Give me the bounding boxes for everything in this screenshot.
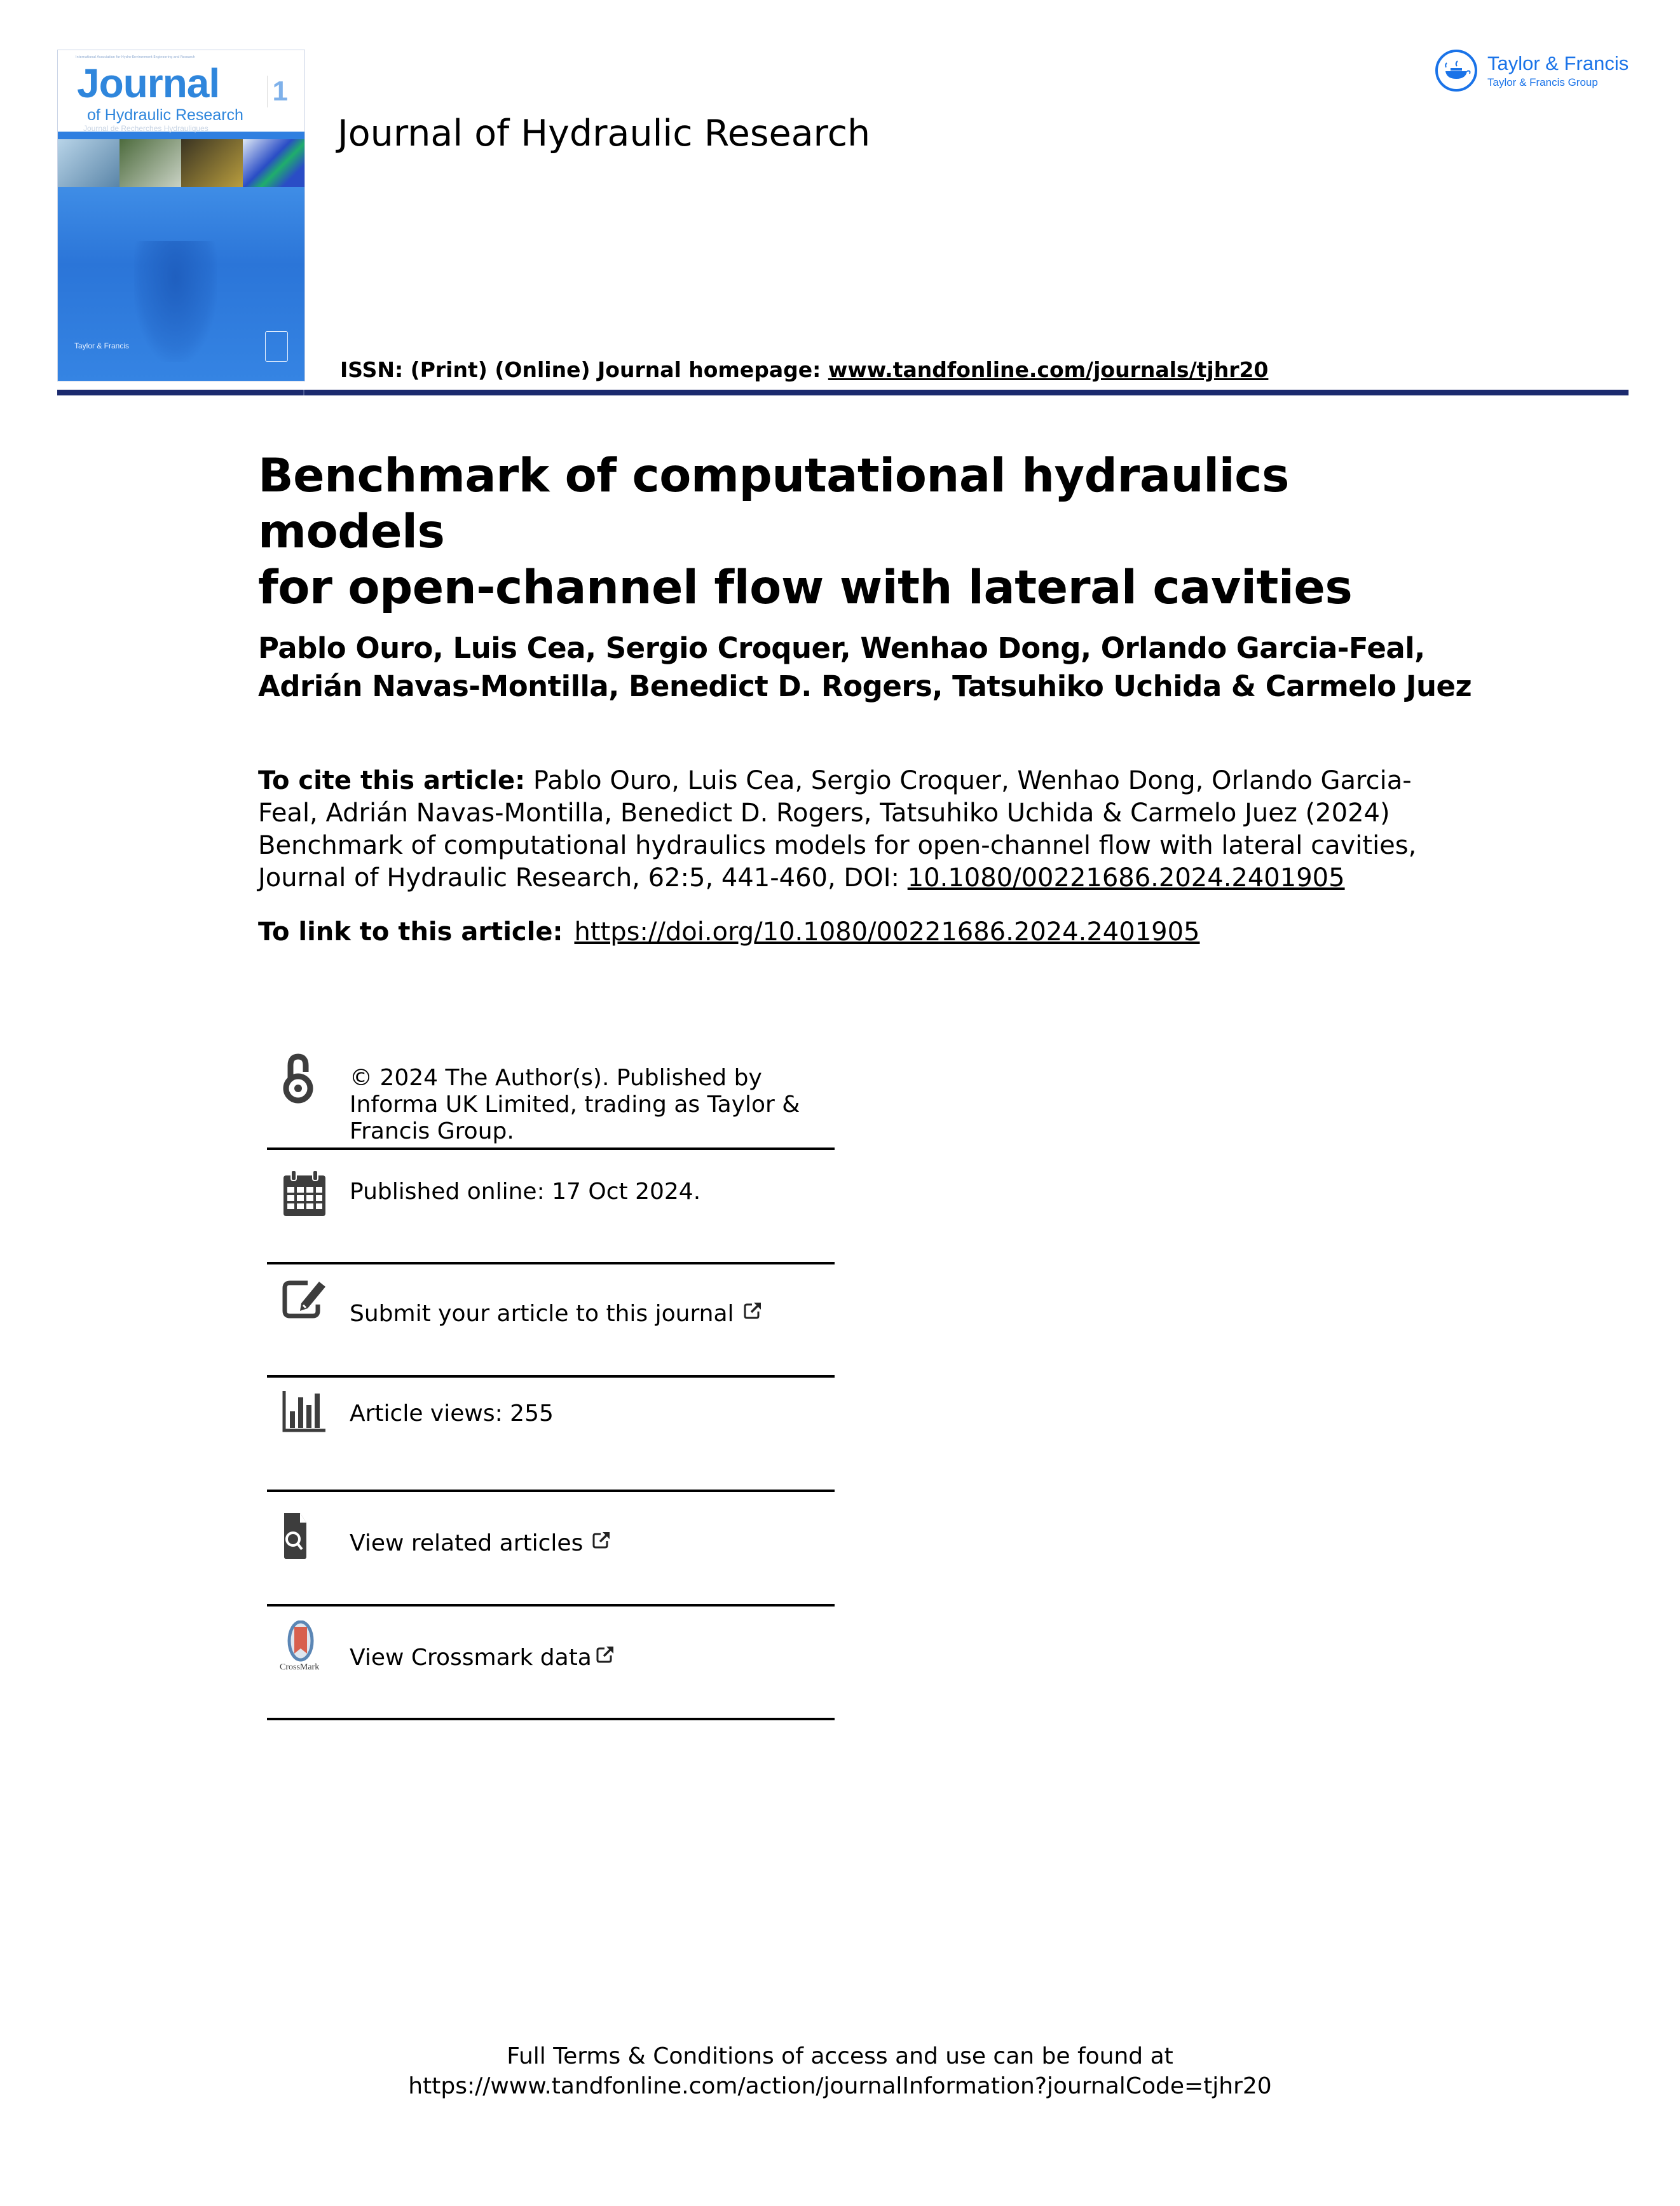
- related-articles-label: View related articles: [350, 1530, 584, 1556]
- authors-line: Pablo Ouro, Luis Cea, Sergio Croquer, We…: [258, 631, 1425, 665]
- cover-water-plume: [134, 241, 217, 362]
- related-articles-link[interactable]: View related articles: [267, 1492, 835, 1607]
- article-doi-url[interactable]: https://doi.org/10.1080/00221686.2024.24…: [574, 917, 1199, 947]
- calendar-icon: [282, 1169, 325, 1220]
- crossmark-label: View Crossmark data: [350, 1645, 592, 1671]
- authors-line: Adrián Navas-Montilla, Benedict D. Roger…: [258, 669, 1472, 703]
- external-link-icon: [592, 1532, 610, 1549]
- cover-title-sub: of Hydraulic Research: [87, 106, 243, 124]
- crossmark-text: View Crossmark data: [350, 1645, 615, 1671]
- cover-photo-strip: [58, 139, 304, 187]
- external-link-icon: [596, 1647, 613, 1663]
- lamp-icon: [1435, 50, 1477, 92]
- terms-notice: Full Terms & Conditions of access and us…: [507, 2043, 1173, 2069]
- publisher-name: Taylor & Francis: [1487, 52, 1629, 74]
- article-link-line: To link to this article: https://doi.org/…: [258, 916, 1200, 949]
- info-row-published: Published online: 17 Oct 2024.: [267, 1150, 835, 1264]
- header-divider-notch: [303, 390, 304, 395]
- info-row-license: © 2024 The Author(s). Published by Infor…: [267, 1043, 835, 1150]
- article-title: Benchmark of computational hydraulics mo…: [258, 448, 1466, 616]
- cover-publisher-mark: Taylor & Francis: [74, 341, 130, 350]
- article-views: Article views: 255: [350, 1401, 554, 1427]
- cover-photo: [120, 139, 181, 187]
- crossmark-link[interactable]: CrossMark View Crossmark data: [267, 1607, 835, 1720]
- issn-line: ISSN: (Print) (Online) Journal homepage:…: [340, 357, 1268, 382]
- bar-chart-icon: [282, 1391, 325, 1442]
- related-articles-text: View related articles: [350, 1530, 611, 1557]
- published-date: Published online: 17 Oct 2024.: [350, 1179, 701, 1205]
- crossmark-caption: CrossMark: [280, 1662, 320, 1672]
- journal-homepage-link[interactable]: www.tandfonline.com/journals/tjhr20: [828, 357, 1269, 382]
- citation-label: To cite this article:: [258, 766, 526, 795]
- cover-photo: [243, 139, 304, 187]
- related-articles-icon: [282, 1511, 324, 1562]
- article-authors: Pablo Ouro, Luis Cea, Sergio Croquer, We…: [258, 629, 1498, 706]
- article-title-line: Benchmark of computational hydraulics mo…: [258, 449, 1289, 559]
- submit-article-text: Submit your article to this journal: [350, 1301, 762, 1327]
- article-title-line: for open-channel flow with lateral cavit…: [258, 561, 1353, 615]
- submit-article-link[interactable]: Submit your article to this journal: [267, 1264, 835, 1378]
- journal-title: Journal of Hydraulic Research: [338, 113, 871, 154]
- cover-iahr-logo: [265, 331, 288, 362]
- header-divider: [57, 390, 1629, 395]
- publisher-group: Taylor & Francis Group: [1487, 76, 1598, 88]
- taylor-francis-logo: Taylor & Francis Taylor & Francis Group: [1435, 50, 1632, 95]
- citation-block: To cite this article: Pablo Ouro, Luis C…: [258, 765, 1466, 894]
- open-access-icon: [282, 1053, 324, 1104]
- article-link-label: To link to this article:: [258, 917, 563, 947]
- cover-title-french: Journal de Recherches Hydrauliques: [83, 124, 208, 133]
- cover-title-main: Journal: [77, 60, 220, 106]
- issn-label: ISSN: (Print) (Online) Journal homepage:: [340, 357, 828, 382]
- external-link-icon: [744, 1303, 761, 1319]
- info-row-views: Article views: 255: [267, 1378, 835, 1492]
- submit-article-label: Submit your article to this journal: [350, 1301, 734, 1327]
- journal-cover-image: International Association for Hydro-Envi…: [57, 50, 305, 381]
- crossmark-icon: CrossMark: [280, 1620, 324, 1678]
- edit-icon: [282, 1279, 325, 1330]
- cover-association-line: International Association for Hydro-Envi…: [76, 55, 195, 59]
- cover-header: International Association for Hydro-Envi…: [58, 50, 304, 133]
- license-text: © 2024 The Author(s). Published by Infor…: [350, 1065, 800, 1144]
- terms-url: https://www.tandfonline.com/action/journ…: [408, 2073, 1272, 2099]
- cover-issue-number: 1: [266, 76, 288, 107]
- cover-photo: [58, 139, 120, 187]
- cover-photo: [181, 139, 243, 187]
- citation-doi-link[interactable]: 10.1080/00221686.2024.2401905: [908, 863, 1345, 893]
